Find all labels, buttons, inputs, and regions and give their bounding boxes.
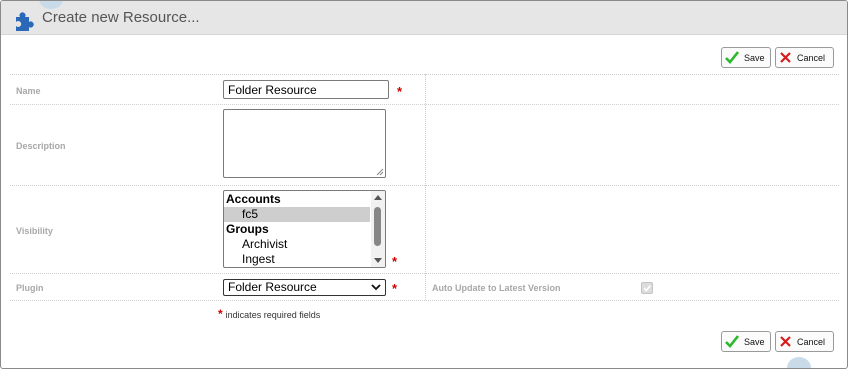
plugin-label: Plugin bbox=[16, 283, 44, 293]
check-icon bbox=[725, 51, 739, 64]
listbox-option-fc5[interactable]: fc5 bbox=[224, 207, 370, 222]
plugin-select-value: Folder Resource bbox=[228, 280, 317, 294]
listbox-option-ingest[interactable]: Ingest bbox=[224, 252, 370, 267]
close-icon bbox=[780, 336, 791, 347]
description-label: Description bbox=[16, 141, 66, 151]
cancel-button[interactable]: Cancel bbox=[775, 47, 834, 68]
row-divider bbox=[10, 300, 839, 301]
listbox-option-archivist[interactable]: Archivist bbox=[224, 237, 370, 252]
save-button-label: Save bbox=[744, 52, 765, 63]
column-divider bbox=[425, 74, 426, 300]
listbox-scrollbar[interactable] bbox=[371, 191, 385, 267]
resize-grip-icon[interactable] bbox=[376, 168, 384, 176]
scroll-down-icon[interactable] bbox=[371, 254, 385, 266]
dialog-window: Create new Resource... Save Cancel Name … bbox=[0, 0, 848, 369]
plugin-select[interactable]: Folder Resource bbox=[223, 279, 386, 296]
chevron-down-icon bbox=[371, 284, 381, 291]
footnote-text: indicates required fields bbox=[225, 310, 321, 320]
footnote-required-marker: * bbox=[218, 307, 223, 321]
scroll-up-icon[interactable] bbox=[371, 192, 385, 204]
decorative-circle bbox=[787, 357, 811, 368]
required-footnote: * indicates required fields bbox=[218, 307, 320, 321]
cancel-button-label: Cancel bbox=[797, 336, 826, 347]
plugin-required-marker: * bbox=[392, 281, 398, 296]
save-button[interactable]: Save bbox=[721, 47, 771, 68]
visibility-required-marker: * bbox=[392, 254, 398, 269]
decorative-circle bbox=[39, 1, 63, 9]
dialog-title: Create new Resource... bbox=[42, 9, 200, 26]
close-icon bbox=[780, 52, 791, 63]
visibility-label: Visibility bbox=[16, 226, 53, 236]
name-required-marker: * bbox=[397, 84, 403, 99]
listbox-group-groups: Groups bbox=[226, 222, 269, 236]
listbox-group-accounts: Accounts bbox=[226, 192, 281, 206]
name-field[interactable] bbox=[223, 80, 389, 99]
check-icon bbox=[725, 335, 739, 348]
save-button[interactable]: Save bbox=[721, 331, 771, 352]
checkmark-icon bbox=[643, 284, 652, 292]
auto-update-label: Auto Update to Latest Version bbox=[432, 283, 561, 293]
puzzle-piece-icon bbox=[14, 9, 34, 31]
scrollbar-thumb[interactable] bbox=[374, 207, 381, 246]
description-field[interactable] bbox=[223, 109, 386, 178]
auto-update-checkbox[interactable] bbox=[641, 282, 653, 294]
cancel-button[interactable]: Cancel bbox=[775, 331, 834, 352]
cancel-button-label: Cancel bbox=[797, 52, 826, 63]
name-label: Name bbox=[16, 86, 41, 96]
title-bar: Create new Resource... bbox=[1, 1, 847, 35]
save-button-label: Save bbox=[744, 336, 765, 347]
visibility-listbox[interactable]: Accounts fc5 Groups Archivist Ingest bbox=[223, 190, 386, 268]
